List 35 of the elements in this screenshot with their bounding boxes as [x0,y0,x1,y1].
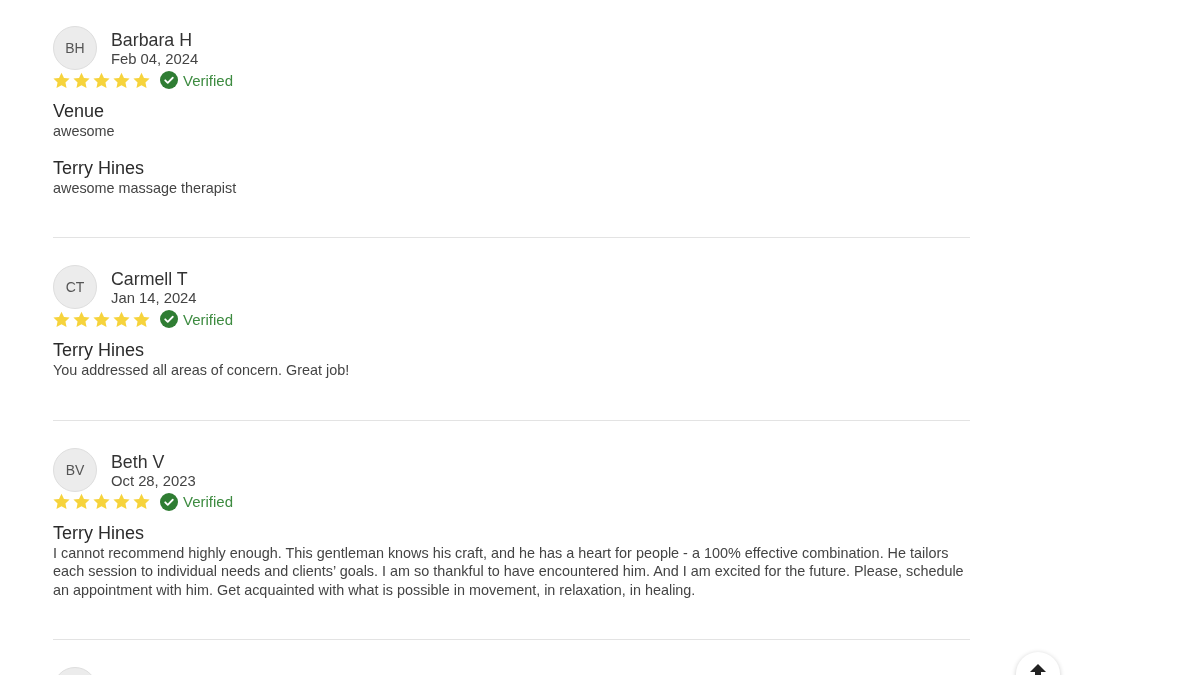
star-icon [53,71,70,89]
section-title: Venue [53,100,105,122]
star-icon [53,310,70,328]
star-icon [93,71,110,89]
verified-label: Verified [183,493,234,510]
reviewer-name: Beth V [111,451,165,472]
review-date: Jan 14, 2024 [111,289,197,308]
avatar-initials: BH [53,26,97,70]
verified-label: Verified [183,71,234,89]
review-date: Feb 04, 2024 [111,50,199,69]
star-icon [53,493,70,510]
star-icon [93,493,110,510]
star-icon [73,493,90,510]
avatar-initials: CT [53,265,97,309]
reviewer-name: Carmell T [111,269,188,289]
reviewer-name: Barbara H [111,30,193,50]
star-icon [73,310,90,328]
review-date: Oct 28, 2023 [111,471,196,491]
review-text: awesome massage therapist [53,178,238,197]
section-title: Terry Hines [53,339,145,361]
star-icon [133,310,150,328]
star-icon [113,71,130,89]
review-text: awesome [53,122,116,141]
star-icon [113,310,130,328]
verified-label: Verified [183,310,234,328]
section-title: Terry Hines [53,156,145,179]
review-text: I cannot recommend highly enough. This gentleman knows his craft, and he has a heart for people - a 100% effective combination. He tailors each session to individual needs and clients’ goals. I am so thankful to have encountered him. And I am excited for the future. Please, schedule an appointment with him. Get acquainted with what is possible in movement, in relaxation, in healing. [53,543,965,599]
review-text: You addressed all areas of concern. Great job! [53,361,351,380]
star-icon [133,493,150,510]
star-icon [93,310,110,328]
star-icon [133,71,150,89]
avatar-initials: BV [53,447,97,492]
star-icon [73,71,90,89]
section-title: Terry Hines [53,521,145,544]
star-icon [113,493,130,510]
